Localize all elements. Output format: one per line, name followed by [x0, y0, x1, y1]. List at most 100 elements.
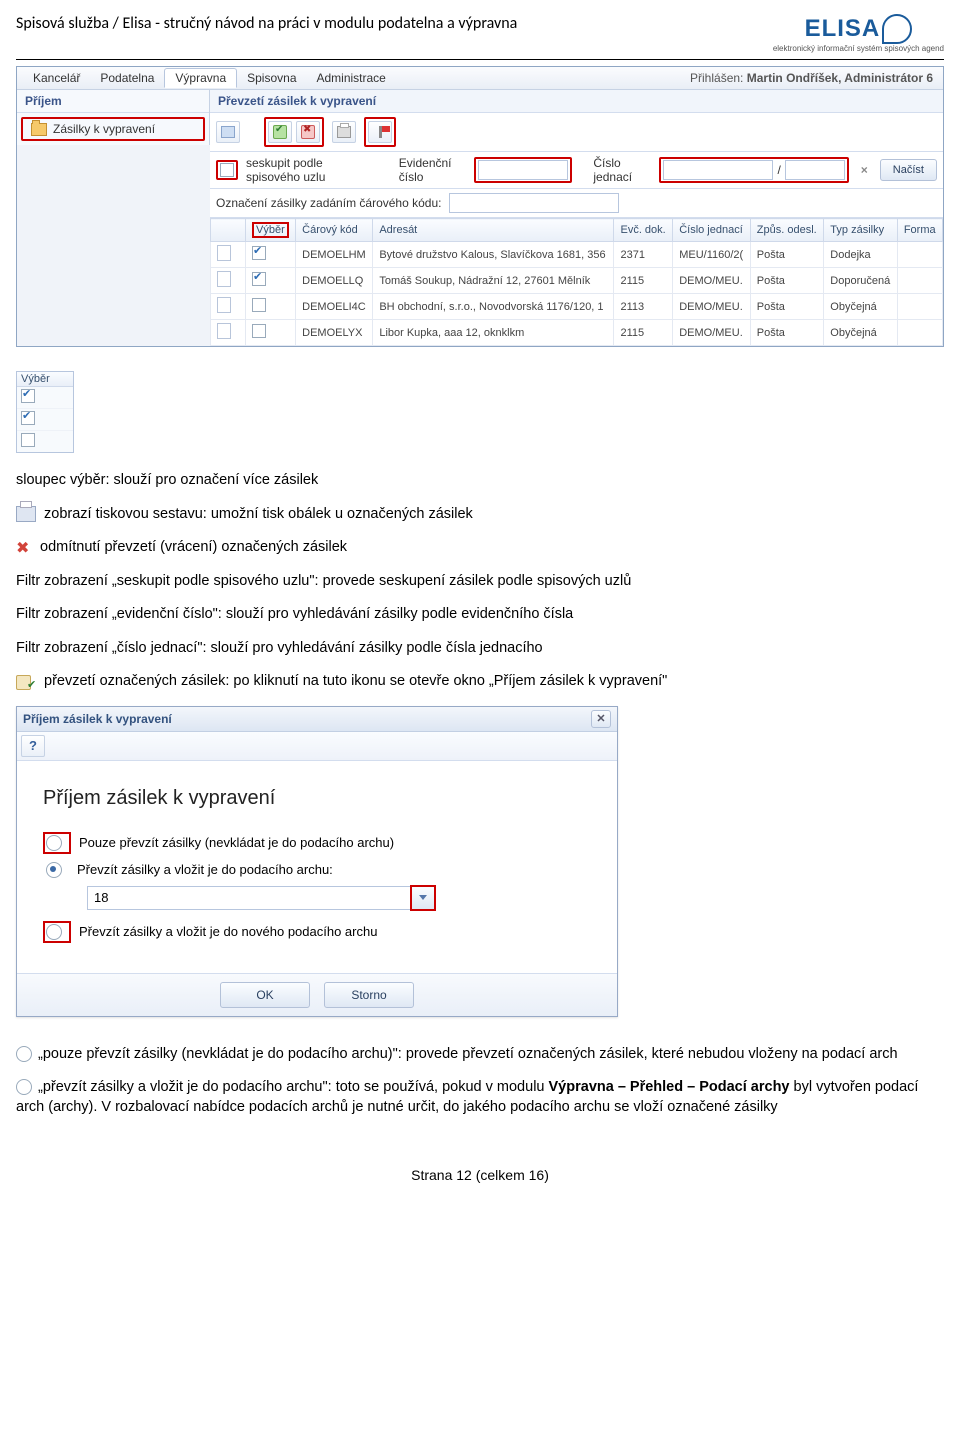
prose-p2: zobrazí tiskovou sestavu: umožní tisk ob… — [44, 505, 473, 525]
dialog-opt2-radio[interactable] — [46, 862, 62, 878]
col-forma[interactable]: Forma — [897, 219, 942, 242]
print-icon — [337, 126, 351, 138]
mini-vyber-head: Výběr — [17, 372, 73, 387]
cell-forma — [897, 242, 942, 268]
filter-cj-input-1[interactable] — [663, 160, 773, 180]
slash-label: / — [777, 163, 780, 177]
cell-typ: Obyčejná — [824, 294, 898, 320]
printer-icon — [16, 506, 36, 522]
menu-vypravna[interactable]: Výpravna — [164, 68, 237, 88]
menu-kancelar[interactable]: Kancelář — [23, 69, 90, 87]
toolbar-reject-button[interactable] — [296, 121, 320, 143]
row-checkbox[interactable] — [252, 246, 266, 260]
dialog-opt3-radio-wrap[interactable] — [43, 921, 71, 943]
dialog-combo[interactable]: 18 — [87, 885, 591, 911]
toolbar-accept-button[interactable] — [268, 121, 292, 143]
document-icon — [217, 245, 231, 261]
bullet-radio-icon — [16, 1079, 32, 1095]
cell-evdok: 2115 — [614, 320, 673, 346]
tail-t2b: Výpravna – Přehled – Podací archy — [549, 1079, 790, 1095]
col-typ[interactable]: Typ zásilky — [824, 219, 898, 242]
document-icon — [217, 297, 231, 313]
dialog-opt2-label: Převzít zásilky a vložit je do podacího … — [77, 862, 333, 877]
dialog-combo-dropdown[interactable] — [410, 885, 436, 911]
cell-evdok: 2371 — [614, 242, 673, 268]
table-row[interactable]: DEMOELYXLibor Kupka, aaa 12, oknklkm2115… — [211, 320, 943, 346]
accept-icon — [273, 125, 287, 139]
radio-icon — [46, 835, 62, 851]
cell-cj: DEMO/MEU. — [673, 294, 751, 320]
dialog-close-button[interactable]: ✕ — [591, 710, 611, 728]
barcode-input[interactable] — [449, 193, 619, 213]
filter-clear-icon[interactable]: × — [857, 163, 872, 177]
table-row[interactable]: DEMOELHMBytové družstvo Kalous, Slavíčko… — [211, 242, 943, 268]
row-checkbox[interactable] — [252, 298, 266, 312]
panel-title: Převzetí zásilek k vypravení — [210, 90, 943, 113]
toolbar-accept-reject-group — [264, 117, 324, 147]
dialog-prijem: Příjem zásilek k vypravení ✕ ? Příjem zá… — [16, 706, 618, 1017]
prose-p5: Filtr zobrazení „evidenční číslo": slouž… — [16, 605, 944, 625]
filter-ev-label: Evidenční číslo — [399, 156, 467, 184]
cell-cj: DEMO/MEU. — [673, 268, 751, 294]
table-row[interactable]: DEMOELI4CBH obchodní, s.r.o., Novodvorsk… — [211, 294, 943, 320]
toolbar-book-button[interactable] — [216, 121, 240, 143]
doc-title: Spisová služba / Elisa - stručný návod n… — [16, 14, 517, 33]
logo-tagline: elektronický informační systém spisových… — [773, 44, 944, 53]
cell-cj: DEMO/MEU. — [673, 320, 751, 346]
filter-cj-group: / — [659, 157, 848, 183]
toolbar-print-button[interactable] — [332, 121, 356, 143]
dialog-help-button[interactable]: ? — [21, 735, 45, 757]
filter-load-button[interactable]: Načíst — [880, 159, 937, 181]
cell-evdok: 2115 — [614, 268, 673, 294]
dialog-ok-button[interactable]: OK — [220, 982, 310, 1008]
col-evdok[interactable]: Evč. dok. — [614, 219, 673, 242]
prose-p3: odmítnutí převzetí (vrácení) označených … — [40, 538, 347, 558]
prose-p7: převzetí označených zásilek: po kliknutí… — [44, 672, 667, 692]
menu-administrace[interactable]: Administrace — [307, 69, 396, 87]
menu-podatelna[interactable]: Podatelna — [90, 69, 164, 87]
dialog-titlebar-text: Příjem zásilek k vypravení — [23, 712, 172, 726]
row-checkbox[interactable] — [252, 272, 266, 286]
filter-cj-label: Číslo jednací — [593, 156, 651, 184]
col-vyber[interactable]: Výběr — [252, 222, 289, 238]
filter-ev-input[interactable] — [478, 160, 568, 180]
col-adresat[interactable]: Adresát — [373, 219, 614, 242]
data-table: Výběr Čárový kód Adresát Evč. dok. Číslo… — [210, 218, 943, 346]
row-checkbox[interactable] — [252, 324, 266, 338]
sidebar-item-zasilky[interactable]: Zásilky k vypravení — [21, 117, 205, 141]
filter-group-checkbox[interactable] — [216, 160, 238, 180]
col-cj[interactable]: Číslo jednací — [673, 219, 751, 242]
toolbar-flag-group — [364, 117, 396, 147]
logo-text: ELISA — [805, 15, 881, 43]
cell-forma — [897, 268, 942, 294]
page-footer: Strana 12 (celkem 16) — [16, 1167, 944, 1183]
cell-typ: Dodejka — [824, 242, 898, 268]
checkbox-icon — [220, 163, 234, 177]
tail-t2a: „převzít zásilky a vložit je do podacího… — [38, 1079, 549, 1095]
elisa-logo: ELISA elektronický informační systém spi… — [773, 14, 944, 53]
flag-icon — [379, 126, 382, 138]
app-screenshot: Kancelář Podatelna Výpravna Spisovna Adm… — [16, 66, 944, 347]
cell-cj: MEU/1160/2( — [673, 242, 751, 268]
col-carovy[interactable]: Čárový kód — [296, 219, 373, 242]
header-divider — [16, 59, 944, 60]
col-zpus[interactable]: Způs. odesl. — [750, 219, 824, 242]
toolbar — [210, 113, 943, 152]
dialog-opt3-label: Převzít zásilky a vložit je do nového po… — [79, 924, 377, 939]
book-icon — [221, 126, 235, 138]
folder-icon — [31, 123, 47, 136]
dialog-opt1-radio-wrap[interactable] — [43, 832, 71, 854]
login-info: Přihlášen: Martin Ondříšek, Administráto… — [690, 71, 937, 85]
toolbar-flag-button[interactable] — [368, 121, 392, 143]
cell-typ: Doporučená — [824, 268, 898, 294]
sidebar-item-label: Zásilky k vypravení — [53, 122, 155, 136]
menu-spisovna[interactable]: Spisovna — [237, 69, 306, 87]
cell-evdok: 2113 — [614, 294, 673, 320]
dialog-cancel-button[interactable]: Storno — [324, 982, 414, 1008]
table-row[interactable]: DEMOELLQTomáš Soukup, Nádražní 12, 27601… — [211, 268, 943, 294]
filter-cj-input-2[interactable] — [785, 160, 845, 180]
reject-icon — [301, 125, 315, 139]
cell-addr: Libor Kupka, aaa 12, oknklkm — [373, 320, 614, 346]
prose-p1: sloupec výběr: slouží pro označení více … — [16, 471, 944, 491]
filter-group-label: seskupit podle spisového uzlu — [246, 156, 379, 184]
